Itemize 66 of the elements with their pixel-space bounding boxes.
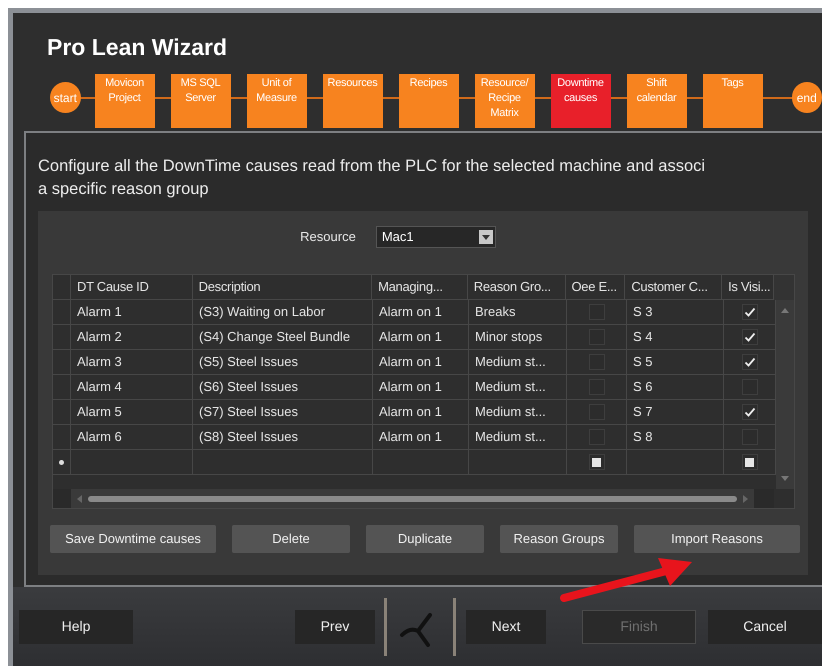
window-title: Pro Lean Wizard <box>47 33 227 61</box>
action-button[interactable]: Import Reasons <box>634 525 800 553</box>
table-cell: Minor stops <box>469 325 567 350</box>
table-cell: Alarm on 1 <box>373 350 469 375</box>
table-cell: S 8 <box>627 425 724 450</box>
row-header[interactable] <box>53 450 71 475</box>
checkbox[interactable] <box>588 454 604 470</box>
column-header[interactable]: DT Cause ID <box>70 275 193 300</box>
table-cell: Alarm 2 <box>71 325 193 350</box>
checkbox[interactable] <box>742 354 758 370</box>
wizard-button[interactable]: Next <box>466 610 546 644</box>
column-header[interactable]: Description <box>192 275 372 300</box>
table-cell: (S7) Steel Issues <box>193 400 373 425</box>
resource-label: Resource <box>300 228 356 246</box>
scroll-left-icon[interactable] <box>77 494 82 502</box>
table-cell: Alarm on 1 <box>373 325 469 350</box>
new-row-icon <box>59 460 64 464</box>
table-cell: (S5) Steel Issues <box>193 350 373 375</box>
column-header[interactable]: Oee E... <box>566 275 626 300</box>
table-cell: Alarm 4 <box>71 375 193 400</box>
scroll-up-icon[interactable] <box>781 308 789 313</box>
table-cell: S 6 <box>627 375 724 400</box>
wizard-button[interactable]: Help <box>19 610 133 644</box>
scroll-down-icon[interactable] <box>781 476 789 481</box>
column-header[interactable]: Customer C... <box>625 275 722 300</box>
resource-dropdown[interactable]: Mac1 <box>376 226 496 248</box>
table-cell: S 7 <box>627 400 724 425</box>
checkbox[interactable] <box>742 404 758 420</box>
horizontal-scrollbar[interactable] <box>71 489 754 508</box>
column-header[interactable]: Reason Gro... <box>468 275 566 300</box>
step-box[interactable]: Downtime causes <box>550 74 610 128</box>
table-cell: Alarm 6 <box>71 425 193 450</box>
table-cell: (S8) Steel Issues <box>193 425 373 450</box>
wizard-button[interactable]: Prev <box>295 610 375 644</box>
action-button[interactable]: Delete <box>232 525 350 553</box>
wizard-button[interactable]: Cancel <box>708 610 822 644</box>
table-cell: (S3) Waiting on Labor <box>193 300 373 325</box>
scrollbar-thumb[interactable] <box>88 496 737 502</box>
table-cell: Medium st... <box>469 350 567 375</box>
dropdown-caret-icon <box>478 230 493 244</box>
action-button[interactable]: Reason Groups <box>500 525 618 553</box>
table-cell: Alarm 1 <box>71 300 193 325</box>
column-header[interactable]: Managing... <box>372 275 468 300</box>
table-cell: (S4) Change Steel Bundle <box>193 325 373 350</box>
table-cell: Alarm 3 <box>71 350 193 375</box>
scroll-right-icon[interactable] <box>743 494 748 502</box>
table-cell: Medium st... <box>469 400 567 425</box>
action-button[interactable]: Save Downtime causes <box>50 525 216 553</box>
table-cell: Alarm on 1 <box>373 425 469 450</box>
table-cell: S 3 <box>627 300 724 325</box>
table-cell: Alarm on 1 <box>373 400 469 425</box>
table-cell: Alarm 5 <box>71 400 193 425</box>
vertical-scrollbar[interactable] <box>776 300 794 489</box>
table-cell: Alarm on 1 <box>373 300 469 325</box>
table-cell: S 4 <box>627 325 724 350</box>
table-cell: S 5 <box>627 350 724 375</box>
action-button[interactable]: Duplicate <box>366 525 484 553</box>
table-cell: Medium st... <box>469 425 567 450</box>
checkbox[interactable] <box>742 304 758 320</box>
table-cell: (S6) Steel Issues <box>193 375 373 400</box>
checkbox[interactable] <box>742 454 758 470</box>
instructions-text: Configure all the DownTime causes read from the PLC for the selected machine and associ a specific reason group <box>38 156 706 200</box>
table-cell: Breaks <box>469 300 567 325</box>
checkbox[interactable] <box>742 329 758 345</box>
table-cell: Alarm on 1 <box>373 375 469 400</box>
table-cell: Medium st... <box>469 375 567 400</box>
